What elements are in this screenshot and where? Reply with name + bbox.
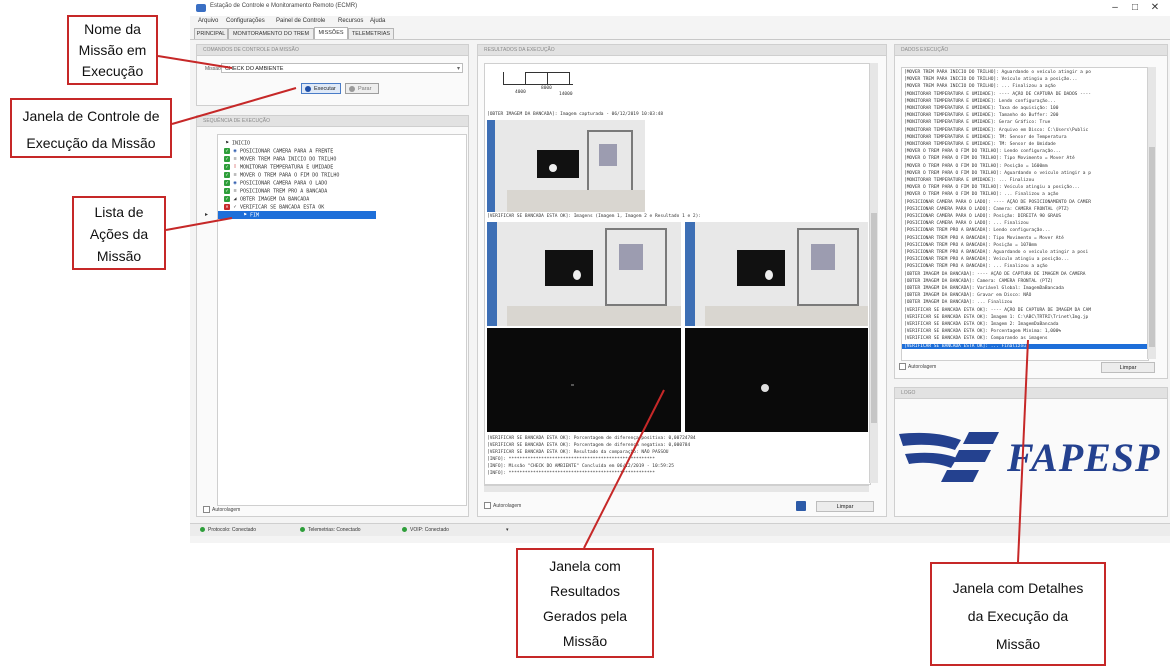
callout-text: Lista de	[94, 204, 144, 220]
callout-nome-missao: Nome da Missão em Execução	[67, 15, 158, 85]
callout-text: Missão em	[78, 42, 147, 58]
callout-text: da Execução da	[967, 608, 1069, 624]
callout-text: Ações da	[89, 226, 149, 242]
callout-janela-resultados: Janela com Resultados Gerados pela Missã…	[516, 548, 654, 658]
arrow-detalhes	[1017, 339, 1029, 563]
arrow-resultados	[583, 389, 665, 549]
callout-text: Execução	[81, 63, 144, 79]
callout-text: Gerados pela	[542, 608, 628, 624]
callout-text: Missão	[562, 633, 608, 649]
callout-text: Missão	[995, 636, 1041, 652]
callout-janela-controle: Janela de Controle de Execução da Missão	[10, 98, 172, 158]
callout-text: Nome da	[84, 21, 141, 37]
callout-lista-acoes: Lista de Ações da Missão	[72, 196, 166, 270]
arrow-nome	[157, 55, 233, 69]
callout-text: Execução da Missão	[26, 135, 156, 151]
callout-text: Resultados	[549, 583, 621, 599]
callout-text: Janela de Controle de	[22, 108, 160, 124]
arrow-controle	[171, 87, 297, 125]
callout-text: Missão	[96, 248, 142, 264]
callout-janela-detalhes: Janela com Detalhes da Execução da Missã…	[930, 562, 1106, 666]
callout-text: Janela com	[549, 558, 621, 574]
arrow-lista	[165, 217, 233, 231]
callout-text: Janela com Detalhes	[952, 580, 1084, 596]
